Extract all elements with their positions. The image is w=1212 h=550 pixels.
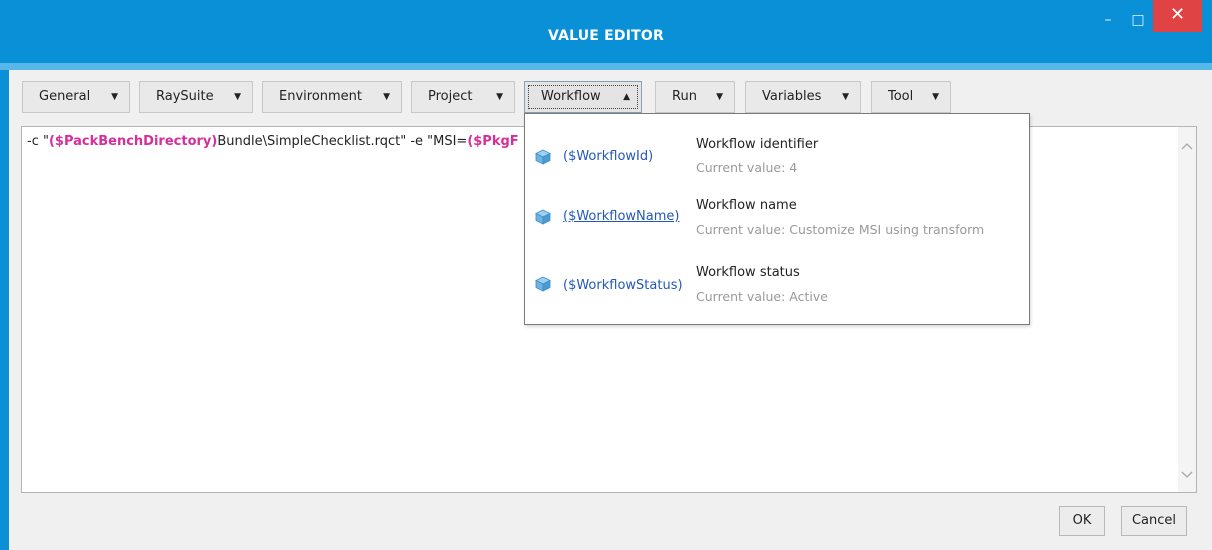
maximize-button[interactable]: □ <box>1124 6 1152 34</box>
workflow-variable-item[interactable]: ($WorkflowStatus) Workflow status Curren… <box>525 257 1029 317</box>
accent-strip <box>0 63 1212 70</box>
minimize-button[interactable]: – <box>1094 6 1122 34</box>
scroll-up-icon[interactable] <box>1178 135 1196 157</box>
menu-raysuite[interactable]: RaySuite ▼ <box>139 81 253 113</box>
variable-token: ($PackBenchDirectory) <box>48 134 218 149</box>
menu-environment[interactable]: Environment ▼ <box>262 81 402 113</box>
cube-icon <box>535 149 551 165</box>
menu-general[interactable]: General ▼ <box>22 81 130 113</box>
dropdown-arrow-icon: ▼ <box>932 92 939 102</box>
variable-token: ($PkgF <box>467 134 519 149</box>
cube-icon <box>535 276 551 292</box>
workflow-id-value: Current value: 4 <box>696 160 798 175</box>
menu-variables[interactable]: Variables ▼ <box>745 81 861 113</box>
menu-run-label: Run <box>672 89 697 104</box>
menu-workflow[interactable]: Workflow ▲ <box>524 81 642 113</box>
window-title: VALUE EDITOR <box>548 28 664 44</box>
scroll-down-icon[interactable] <box>1178 464 1196 486</box>
workflow-name-label: Workflow name <box>696 198 797 213</box>
close-button[interactable]: ✕ <box>1153 0 1202 32</box>
workflow-status-variable[interactable]: ($WorkflowStatus) <box>563 278 683 293</box>
text-segment: Bundle\SimpleChecklist.rqct" -e "MSI= <box>217 134 468 149</box>
ok-button[interactable]: OK <box>1059 506 1105 536</box>
dropdown-arrow-icon: ▼ <box>234 92 241 102</box>
dropdown-arrow-icon: ▼ <box>842 92 849 102</box>
vertical-scrollbar[interactable] <box>1178 127 1196 492</box>
workflow-variable-item[interactable]: ($WorkflowName) Workflow name Current va… <box>525 190 1029 250</box>
menu-run[interactable]: Run ▼ <box>655 81 735 113</box>
title-bar: VALUE EDITOR – □ ✕ <box>0 0 1212 63</box>
workflow-id-label: Workflow identifier <box>696 137 819 152</box>
cube-icon <box>535 209 551 225</box>
dropdown-arrow-icon: ▼ <box>496 92 503 102</box>
menu-variables-label: Variables <box>762 89 822 104</box>
menu-general-label: General <box>39 89 91 104</box>
workflow-status-value: Current value: Active <box>696 289 828 304</box>
workflow-dropdown-menu: ($WorkflowId) Workflow identifier Curren… <box>524 113 1030 325</box>
menu-tool[interactable]: Tool ▼ <box>871 81 951 113</box>
dropdown-arrow-icon: ▼ <box>716 92 723 102</box>
menu-project-label: Project <box>428 89 473 104</box>
workflow-variable-item[interactable]: ($WorkflowId) Workflow identifier Curren… <box>525 124 1029 184</box>
dialog-body: General ▼ RaySuite ▼ Environment ▼ Proje… <box>9 70 1212 550</box>
cancel-button[interactable]: Cancel <box>1121 506 1187 536</box>
dropdown-arrow-icon: ▼ <box>111 92 118 102</box>
menu-project[interactable]: Project ▼ <box>411 81 515 113</box>
menu-raysuite-label: RaySuite <box>156 89 214 104</box>
text-segment: -c " <box>27 134 49 149</box>
menu-tool-label: Tool <box>888 89 914 104</box>
menu-environment-label: Environment <box>279 89 363 104</box>
workflow-id-variable[interactable]: ($WorkflowId) <box>563 149 653 164</box>
dropdown-arrow-icon: ▼ <box>383 92 390 102</box>
dropdown-arrow-up-icon: ▲ <box>623 92 630 102</box>
value-text: -c "($PackBenchDirectory)Bundle\SimpleCh… <box>27 134 519 149</box>
workflow-name-value: Current value: Customize MSI using trans… <box>696 222 985 237</box>
workflow-status-label: Workflow status <box>696 265 800 280</box>
workflow-name-variable[interactable]: ($WorkflowName) <box>563 209 679 224</box>
focus-rectangle <box>528 85 638 109</box>
